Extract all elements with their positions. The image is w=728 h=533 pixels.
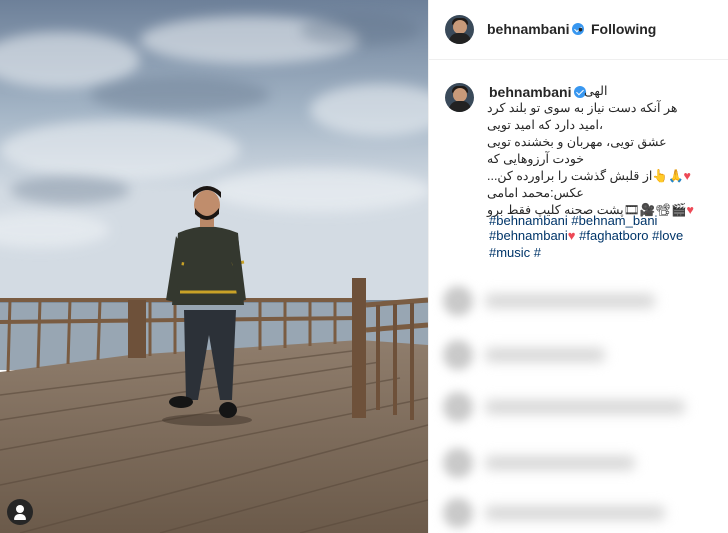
caption-line-1: الهی [584, 84, 608, 98]
photo-image [0, 0, 428, 533]
caption-username-text[interactable]: behnambani [489, 84, 571, 100]
hashtag-link[interactable]: #faghatboro [579, 228, 648, 243]
hashtag-link[interactable]: #behnambani [489, 228, 568, 243]
caption-username[interactable]: behnambani [489, 84, 587, 100]
heart-icon: ♥ [683, 169, 691, 183]
separator-dot: • [578, 21, 583, 37]
caption-line-3: ،امید دارد که امید تویی [487, 118, 604, 132]
hashtags-line-3: #music # [489, 244, 719, 262]
post-photo[interactable] [0, 0, 428, 533]
comment-row [443, 286, 723, 316]
post-side-panel: behnambani • Following behnambani الهی ه… [428, 0, 728, 533]
caption-line-6-text: از قلبش گذشت را براورده کن... [487, 169, 653, 183]
following-button[interactable]: Following [591, 21, 656, 37]
caption-line-2: هر آنکه دست نیاز به سوی تو بلند کرد [487, 101, 678, 115]
caption-line-6: ♥🙏👆از قلبش گذشت را براورده کن... [487, 168, 709, 185]
hashtag-link[interactable]: #love [652, 228, 683, 243]
comment-row [443, 392, 723, 422]
caption-line-4: عشق تویی، مهربان و بخشنده تویی [487, 135, 667, 149]
caption-line-6-emoji: 🙏👆 [652, 169, 684, 183]
caption-avatar[interactable] [445, 83, 474, 112]
user-tag-icon[interactable] [7, 499, 33, 525]
caption-line-5: خودت آرزوهایی که [487, 152, 584, 166]
hashtag-link[interactable]: #music # [489, 245, 541, 260]
post-header: behnambani • Following [429, 0, 728, 60]
comments-list-blurred [429, 270, 728, 533]
author-avatar[interactable] [445, 15, 474, 44]
author-username[interactable]: behnambani [487, 21, 585, 37]
hashtag-link[interactable]: #behnambani [489, 213, 568, 228]
hashtags-line-2: #behnambani♥ #faghatboro #love [489, 227, 719, 245]
comment-row [443, 340, 723, 370]
author-username-text[interactable]: behnambani [487, 21, 569, 37]
caption-line-7: عکس:محمد امامی [487, 186, 584, 200]
comment-row [443, 498, 723, 528]
comment-row [443, 448, 723, 478]
heart-icon: ♥ [567, 228, 576, 243]
hashtag-link[interactable]: #behnam_bani [571, 213, 657, 228]
